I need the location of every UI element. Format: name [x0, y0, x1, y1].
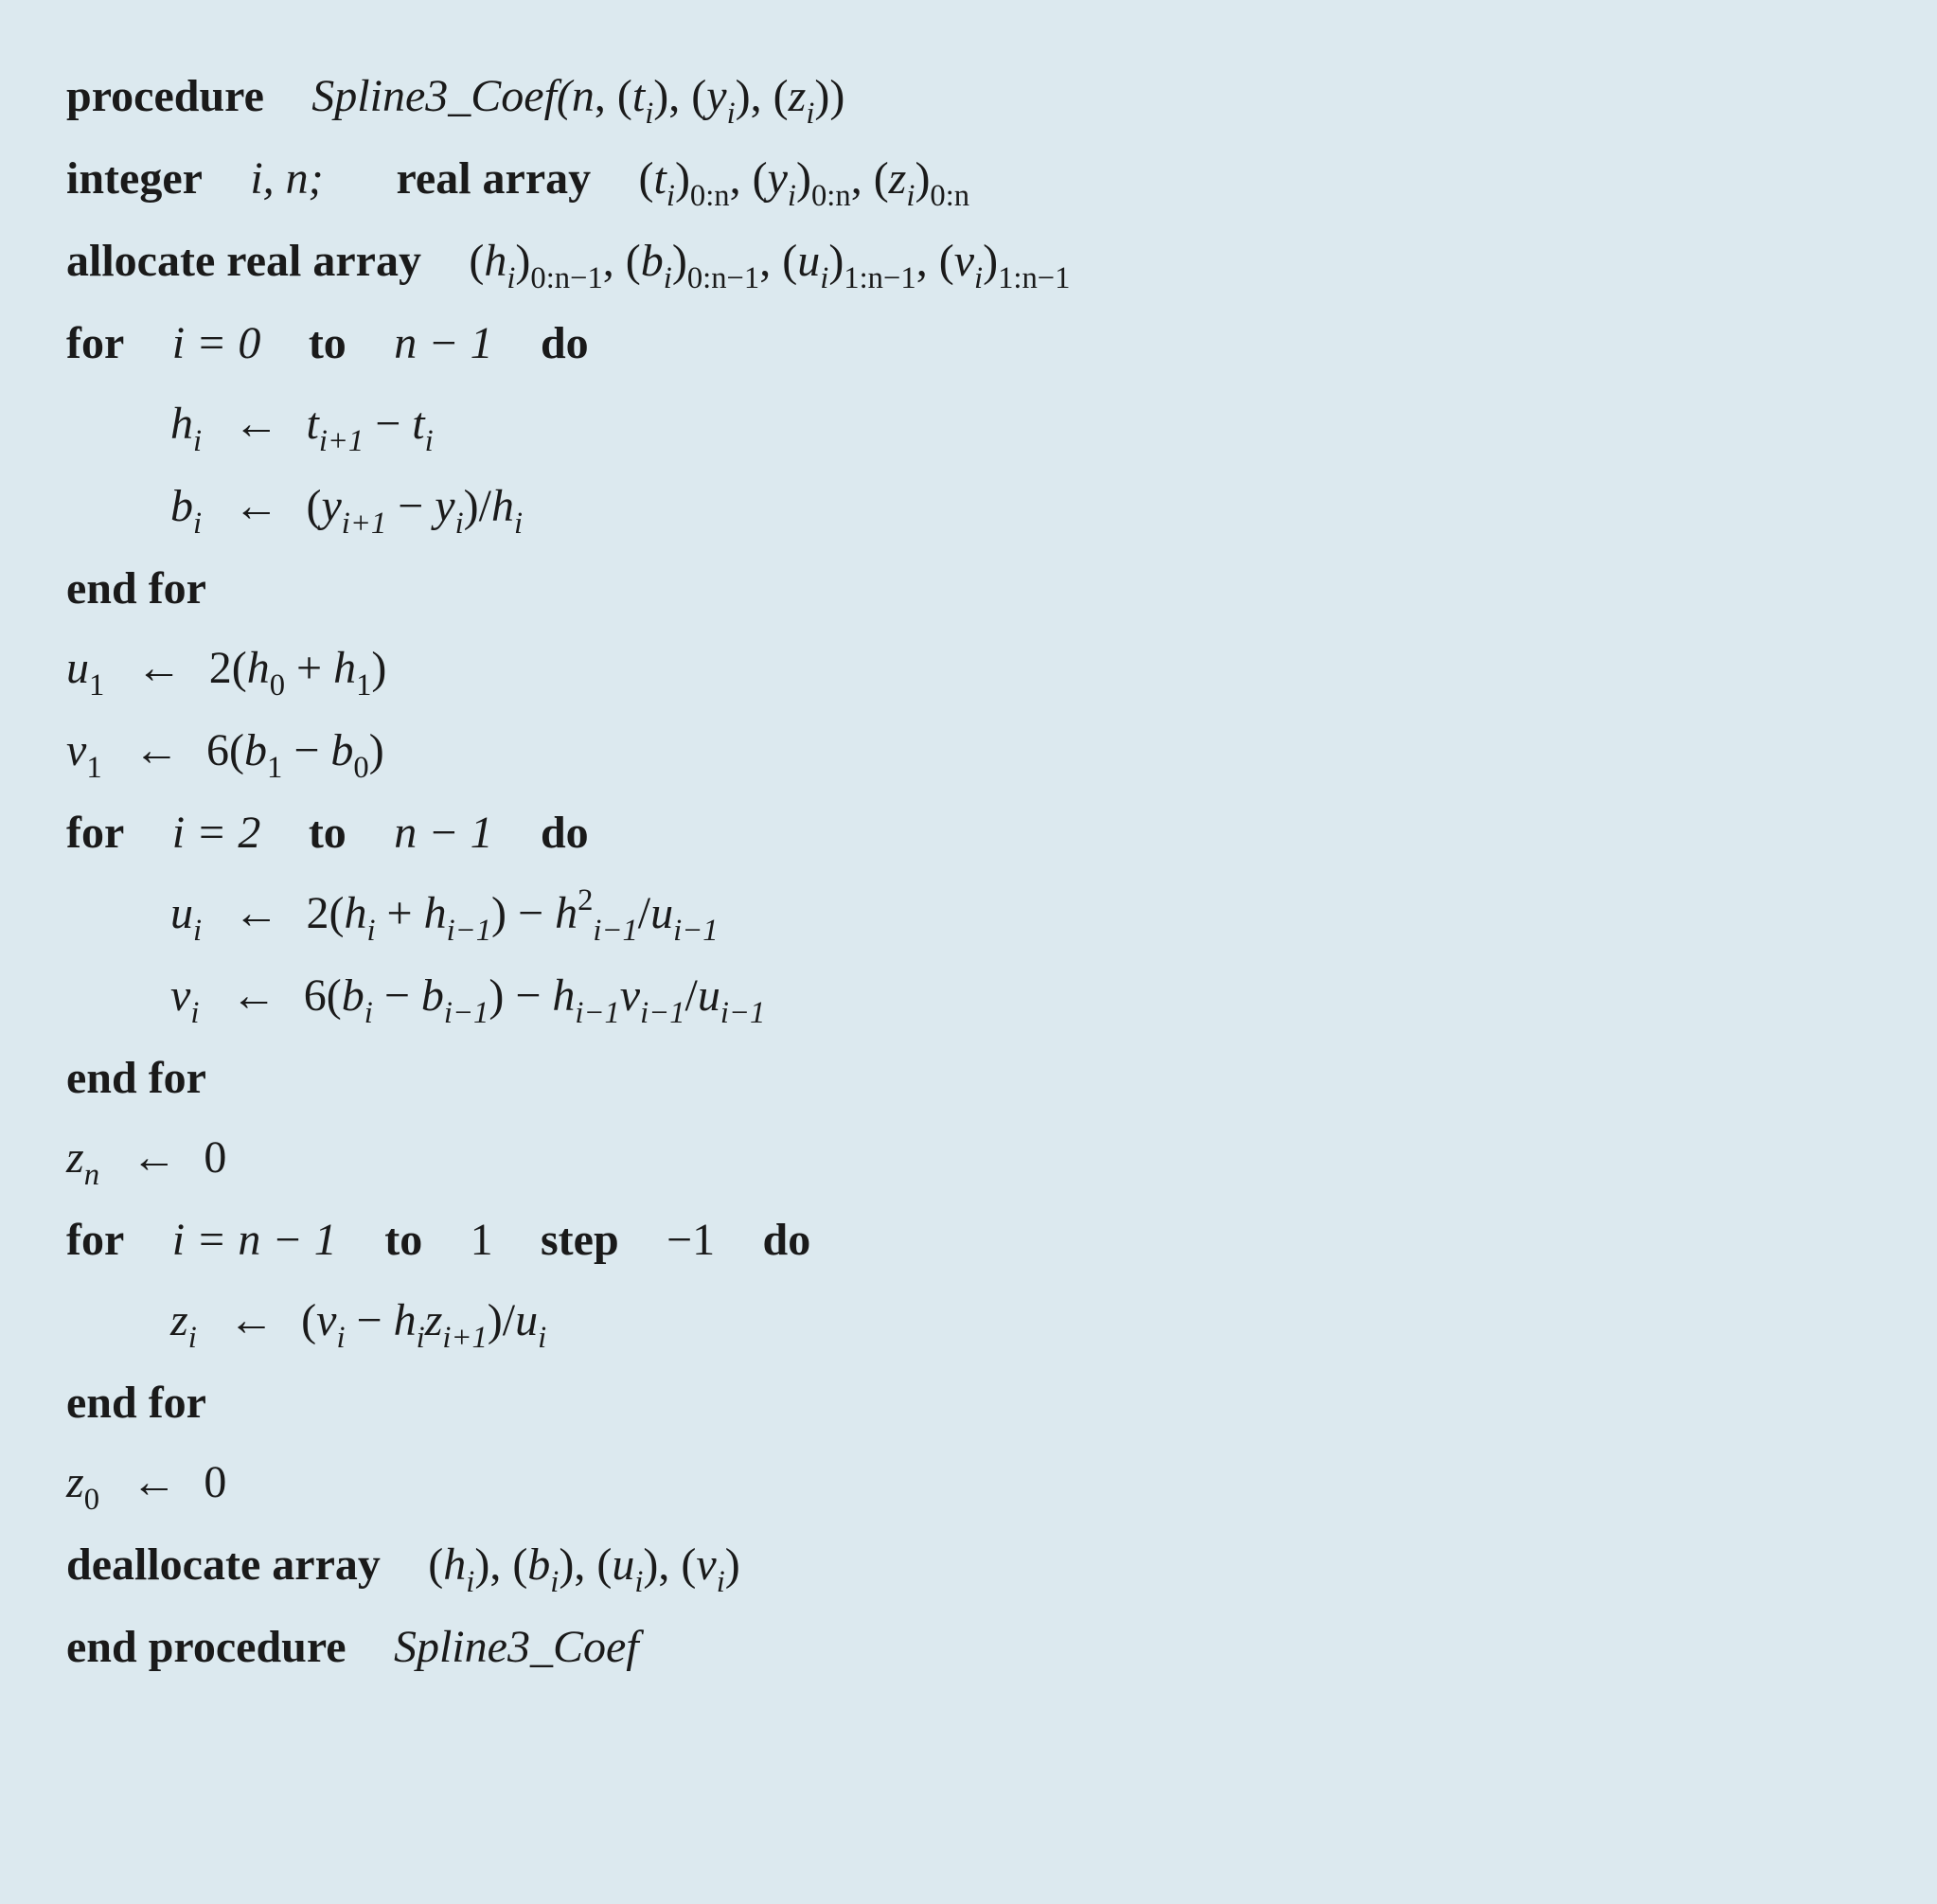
assign-vi: vi ← 6(bi − bi−1) − hi−1vi−1/ui−1: [66, 956, 1871, 1039]
assign-zn: zn ← 0: [66, 1118, 1871, 1201]
kw-for: for: [66, 318, 124, 368]
arg-z: z: [789, 71, 807, 121]
end-for-2: end for: [66, 1039, 1871, 1118]
assign-ui: ui ← 2(hi + hi−1) − h2i−1/ui−1: [66, 874, 1871, 956]
kw-dealloc: deallocate array: [66, 1539, 381, 1590]
assign-z0: z0 ← 0: [66, 1443, 1871, 1525]
assign-v1: v1 ← 6(b1 − b0): [66, 711, 1871, 793]
assign-b: bi ← (yi+1 − yi)/hi: [66, 467, 1871, 549]
end-procedure: end procedure Spline3_Coef: [66, 1608, 1871, 1687]
arg-t: t: [632, 71, 645, 121]
for-loop-2: for i = 2 to n − 1 do: [66, 793, 1871, 873]
proc-header: procedure Spline3_Coef(n, (ti), (yi), (z…: [66, 57, 1871, 139]
kw-end-procedure: end procedure: [66, 1622, 347, 1672]
kw-real-array: real array: [396, 153, 591, 204]
arg-n: n: [572, 71, 595, 121]
kw-procedure: procedure: [66, 71, 264, 121]
arg-y: y: [706, 71, 726, 121]
for-loop-3: for i = n − 1 to 1 step −1 do: [66, 1201, 1871, 1280]
assign-u1: u1 ← 2(h0 + h1): [66, 629, 1871, 711]
int-vars: i, n;: [250, 153, 323, 204]
assign-zi: zi ← (vi − hizi+1)/ui: [66, 1281, 1871, 1363]
assign-h: hi ← ti+1 − ti: [66, 384, 1871, 467]
assign-arrow-icon: ←: [213, 384, 294, 464]
proc-name: Spline3_Coef: [311, 71, 557, 121]
decl-line-1: integer i, n; real array (ti)0:n, (yi)0:…: [66, 139, 1871, 222]
for-loop-1: for i = 0 to n − 1 do: [66, 304, 1871, 383]
kw-allocate: allocate real array: [66, 236, 421, 286]
pseudocode-block: procedure Spline3_Coef(n, (ti), (yi), (z…: [0, 0, 1937, 1745]
end-for-1: end for: [66, 549, 1871, 629]
end-for-3: end for: [66, 1363, 1871, 1443]
dealloc-line: deallocate array (hi), (bi), (ui), (vi): [66, 1525, 1871, 1608]
kw-integer: integer: [66, 153, 203, 204]
decl-line-2: allocate real array (hi)0:n−1, (bi)0:n−1…: [66, 222, 1871, 304]
